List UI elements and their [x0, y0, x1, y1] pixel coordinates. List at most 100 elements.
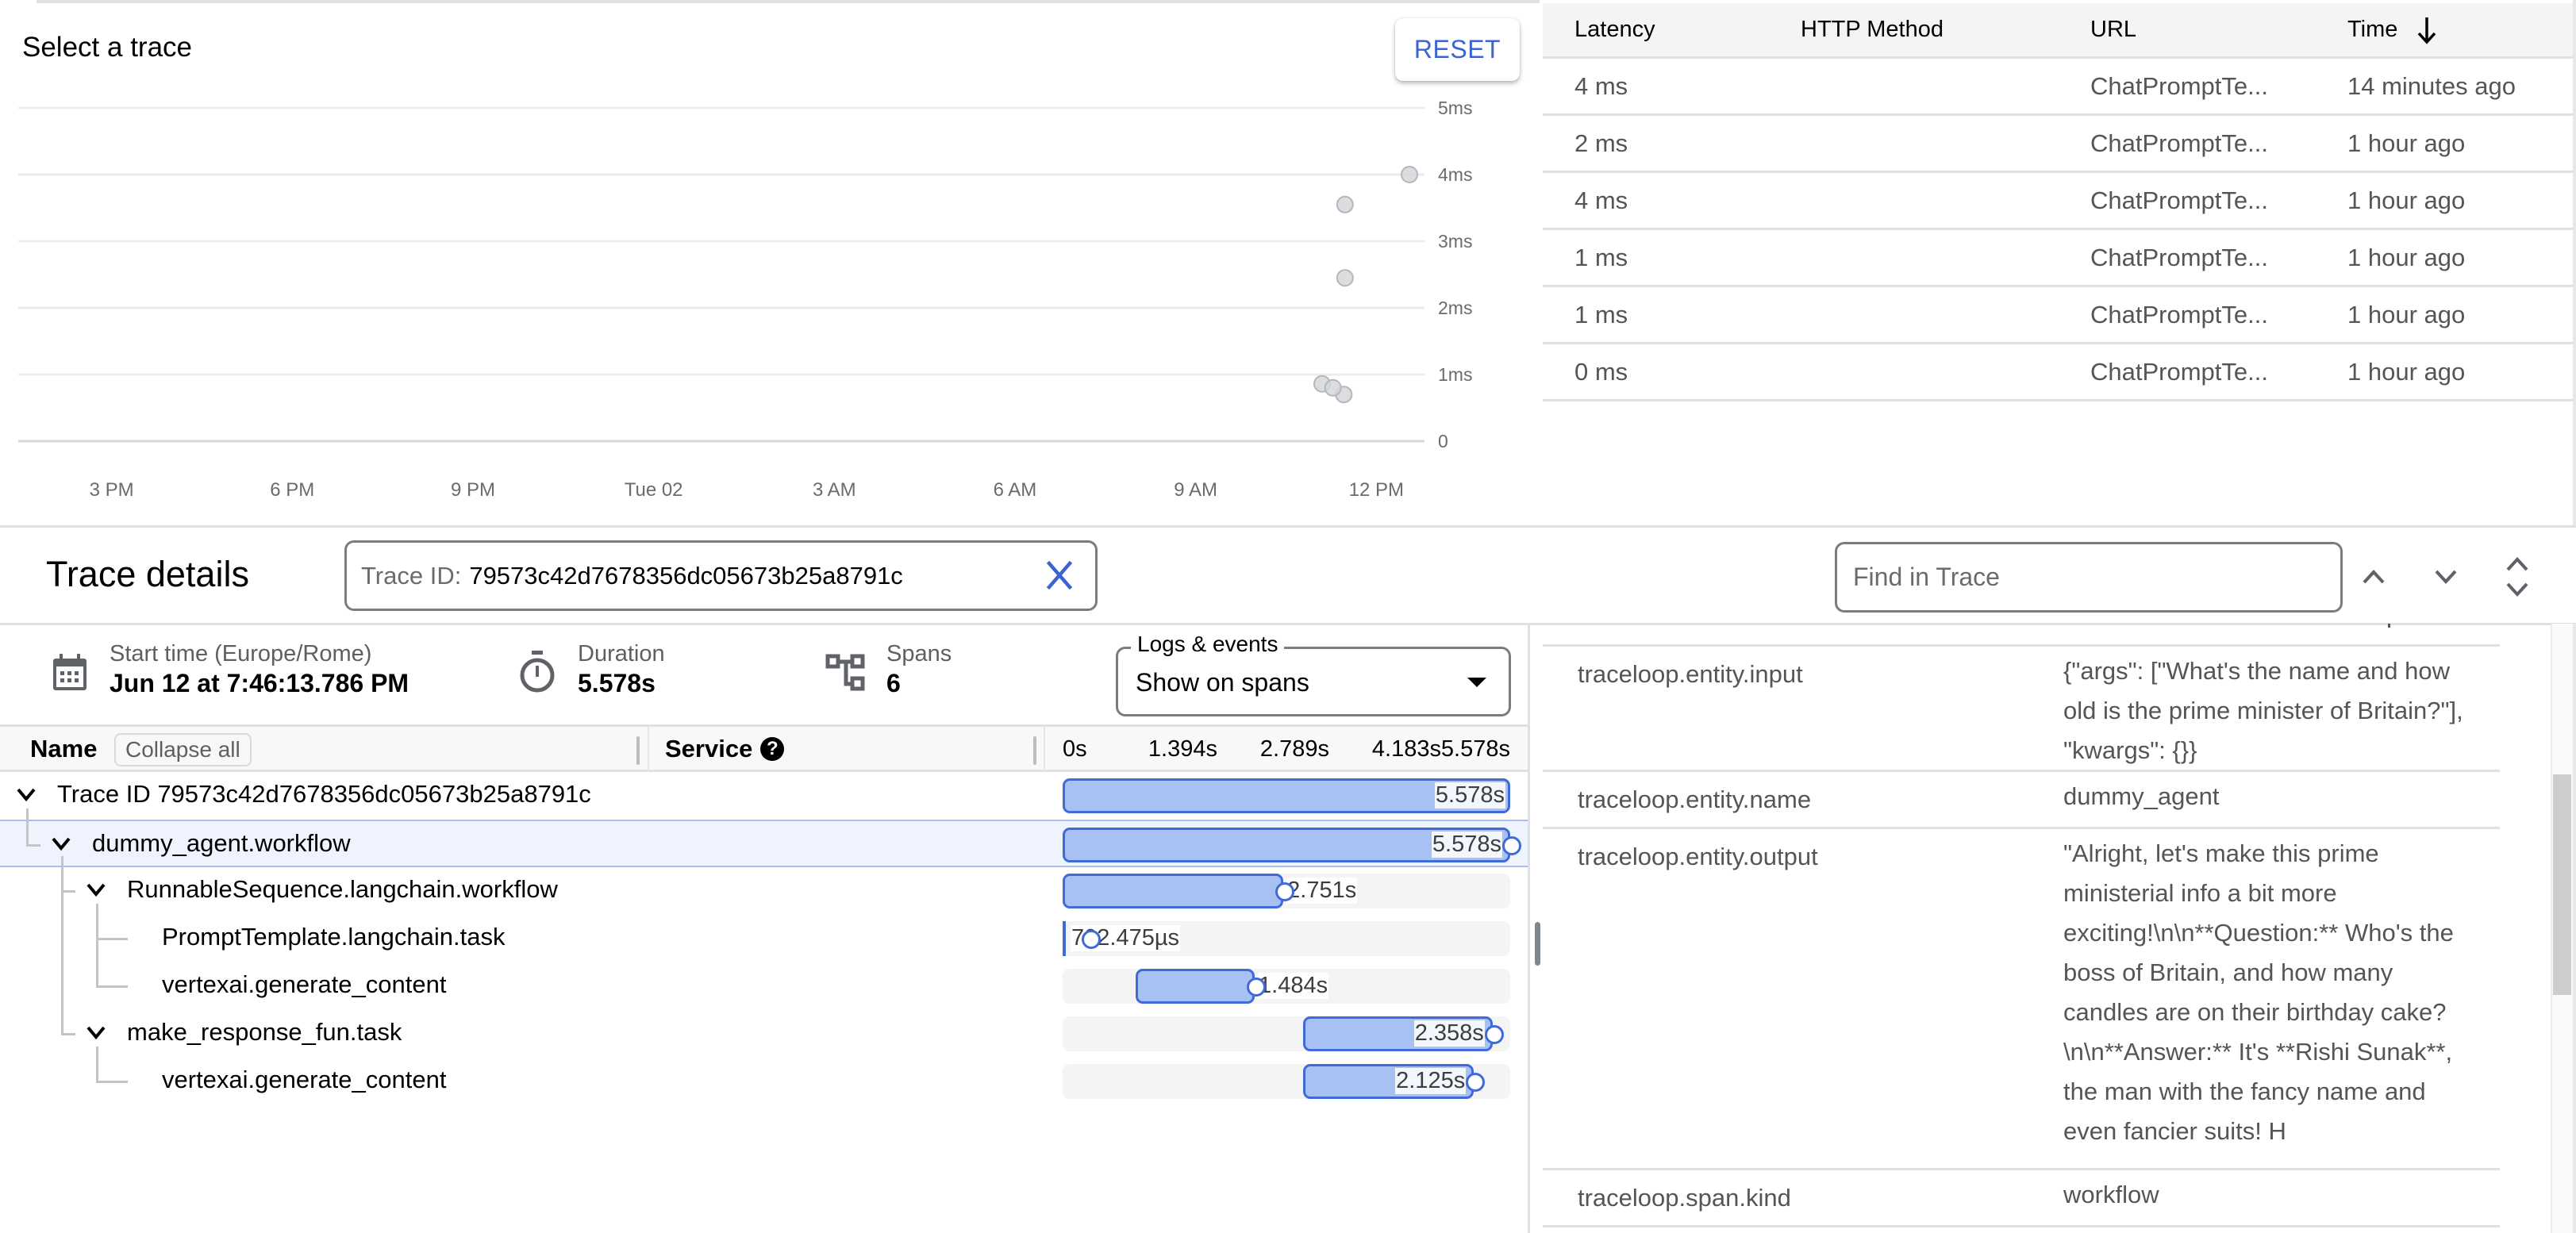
expand-all-unfold-icon[interactable]	[2503, 552, 2532, 601]
span-name[interactable]: vertexai.generate_content	[162, 970, 446, 999]
trace-id-value[interactable]: 79573c42d7678356dc05673b25a8791c	[469, 562, 902, 590]
expand-chevron-down-icon[interactable]	[86, 882, 106, 897]
column-header-name: Name	[30, 735, 98, 762]
latency-cell: 4 ms	[1574, 71, 1628, 100]
pane-divider	[1528, 624, 1530, 1233]
column-header-http-method[interactable]: HTTP Method	[1801, 17, 1944, 43]
help-question-icon[interactable]: ?	[760, 737, 785, 761]
trace-point[interactable]	[1401, 166, 1419, 183]
y-tick-label: 0	[1438, 431, 1448, 451]
start-time-value: Jun 12 at 7:46:13.786 PM	[110, 669, 409, 697]
column-header-url[interactable]: URL	[2090, 17, 2136, 43]
span-row[interactable]: make_response_fun.task 2.358s	[0, 1010, 1528, 1058]
trace-row[interactable]: 2 ms ChatPromptTe... 1 hour ago	[1543, 116, 2576, 173]
y-tick-label: 2ms	[1438, 298, 1472, 318]
scrolled-text-remnant	[2388, 624, 2390, 628]
column-separator	[1044, 727, 1045, 772]
latency-cell: 0 ms	[1574, 357, 1628, 386]
y-tick-label: 3ms	[1438, 231, 1472, 252]
attribute-value: workflow	[2063, 1181, 2159, 1208]
x-tick-label: 9 AM	[1174, 479, 1217, 501]
time-cell: 1 hour ago	[2347, 357, 2466, 386]
x-tick-label: 3 AM	[813, 479, 856, 501]
trace-point[interactable]	[1336, 269, 1354, 287]
calendar-icon	[53, 654, 87, 690]
trace-point[interactable]	[1336, 195, 1354, 213]
trace-row[interactable]: 1 ms ChatPromptTe... 1 hour ago	[1543, 287, 2576, 344]
column-separator	[648, 727, 649, 772]
trace-point[interactable]	[1324, 378, 1342, 397]
span-log-marker[interactable]	[1082, 930, 1101, 949]
time-cell: 14 minutes ago	[2347, 71, 2516, 100]
trace-row[interactable]: 4 ms ChatPromptTe... 1 hour ago	[1543, 173, 2576, 230]
traces-table: Latency HTTP Method URL Time 4 ms ChatPro…	[1543, 3, 2576, 401]
span-row[interactable]: RunnableSequence.langchain.workflow 2.751…	[0, 867, 1528, 915]
previous-match-chevron-up-icon[interactable]	[2360, 565, 2387, 589]
span-log-marker[interactable]	[1275, 882, 1295, 901]
span-name[interactable]: make_response_fun.task	[127, 1018, 402, 1047]
trace-row[interactable]: 1 ms ChatPromptTe... 1 hour ago	[1543, 230, 2576, 287]
expand-chevron-down-icon[interactable]	[16, 786, 37, 802]
spans-stat: Spans 6	[886, 641, 952, 698]
span-name[interactable]: RunnableSequence.langchain.workflow	[127, 875, 558, 904]
time-cell: 1 hour ago	[2347, 186, 2466, 214]
duration-value: 5.578s	[578, 669, 656, 697]
span-name[interactable]: vertexai.generate_content	[162, 1066, 446, 1094]
attribute-key: traceloop.entity.name	[1578, 786, 1812, 813]
y-tick-label: 1ms	[1438, 364, 1472, 385]
attribute-value: dummy_agent	[2063, 782, 2220, 810]
attributes-scrollbar-thumb[interactable]	[2553, 774, 2571, 995]
clear-trace-id-close-icon[interactable]	[1041, 557, 1078, 593]
waterfall-header: Name Collapse all Service ? 0s 1.394s 2.78…	[0, 727, 1528, 772]
span-name[interactable]: dummy_agent.workflow	[92, 829, 351, 858]
find-in-trace-field[interactable]	[1835, 542, 2343, 613]
x-tick-label: 6 PM	[270, 479, 314, 501]
expand-chevron-down-icon[interactable]	[51, 835, 71, 851]
reset-button[interactable]: RESET	[1395, 18, 1520, 81]
span-attributes-panel: traceloop.entity.input {"args": ["What's …	[1543, 624, 2551, 1233]
collapse-all-button[interactable]: Collapse all	[114, 733, 252, 766]
logs-events-select[interactable]: Logs & events Show on spans	[1116, 632, 1511, 716]
tree-connector	[96, 904, 98, 987]
span-row[interactable]: Trace ID 79573c42d7678356dc05673b25a8791…	[0, 772, 1528, 820]
name-column-resize-handle[interactable]	[636, 736, 640, 765]
trace-row[interactable]: 4 ms ChatPromptTe... 14 minutes ago	[1543, 59, 2576, 116]
span-log-marker[interactable]	[1466, 1073, 1486, 1092]
service-column-resize-handle[interactable]	[1033, 736, 1036, 765]
span-bar[interactable]	[1063, 874, 1284, 908]
start-time-label: Start time (Europe/Rome)	[110, 641, 372, 666]
span-row[interactable]: PromptTemplate.langchain.task 702.475µs	[0, 915, 1528, 962]
span-row[interactable]: dummy_agent.workflow 5.578s	[0, 820, 1528, 867]
span-log-marker[interactable]	[1247, 978, 1267, 997]
span-log-marker[interactable]	[1484, 1025, 1504, 1044]
tree-connector	[26, 844, 40, 847]
chart-title: Select a trace	[22, 32, 192, 63]
timeline-tick: 4.183s	[1371, 736, 1441, 762]
pane-resize-handle[interactable]	[1535, 922, 1540, 966]
column-header-latency[interactable]: Latency	[1574, 17, 1655, 43]
span-bar[interactable]	[1063, 921, 1066, 956]
tree-connector	[61, 856, 63, 1035]
attribute-row: traceloop.entity.input {"args": ["What's …	[1543, 644, 2500, 770]
expand-chevron-down-icon[interactable]	[86, 1024, 106, 1040]
span-row[interactable]: vertexai.generate_content 1.484s	[0, 962, 1528, 1010]
tree-connector	[26, 809, 29, 844]
latency-cell: 2 ms	[1574, 129, 1628, 157]
span-row[interactable]: vertexai.generate_content 2.125s	[0, 1058, 1528, 1105]
trace-id-field[interactable]: Trace ID: 79573c42d7678356dc05673b25a879…	[344, 540, 1098, 611]
attribute-value: "Alright, let's make this prime minister…	[2063, 839, 2454, 1145]
column-header-time[interactable]: Time	[2347, 14, 2439, 46]
span-log-marker[interactable]	[1502, 836, 1521, 855]
latency-scatter-chart[interactable]: 0 1ms 2ms 3ms 4ms 5ms 3 PM 6 PM 9 PM Tue 02 3 AM 6…	[0, 0, 1540, 527]
span-name[interactable]: Trace ID 79573c42d7678356dc05673b25a8791…	[57, 780, 591, 809]
find-in-trace-input[interactable]	[1853, 563, 2313, 592]
next-match-chevron-down-icon[interactable]	[2432, 565, 2459, 589]
trace-row[interactable]: 0 ms ChatPromptTe... 1 hour ago	[1543, 344, 2576, 401]
y-tick-label: 5ms	[1438, 98, 1472, 118]
span-name[interactable]: PromptTemplate.langchain.task	[162, 923, 506, 951]
spans-tree-icon	[825, 654, 865, 691]
attribute-row: traceloop.entity.output "Alright, let's m…	[1543, 827, 2500, 1168]
sort-descending-arrow-icon[interactable]	[2415, 14, 2439, 46]
url-cell: ChatPromptTe...	[2090, 357, 2268, 386]
span-bar[interactable]	[1136, 969, 1255, 1004]
